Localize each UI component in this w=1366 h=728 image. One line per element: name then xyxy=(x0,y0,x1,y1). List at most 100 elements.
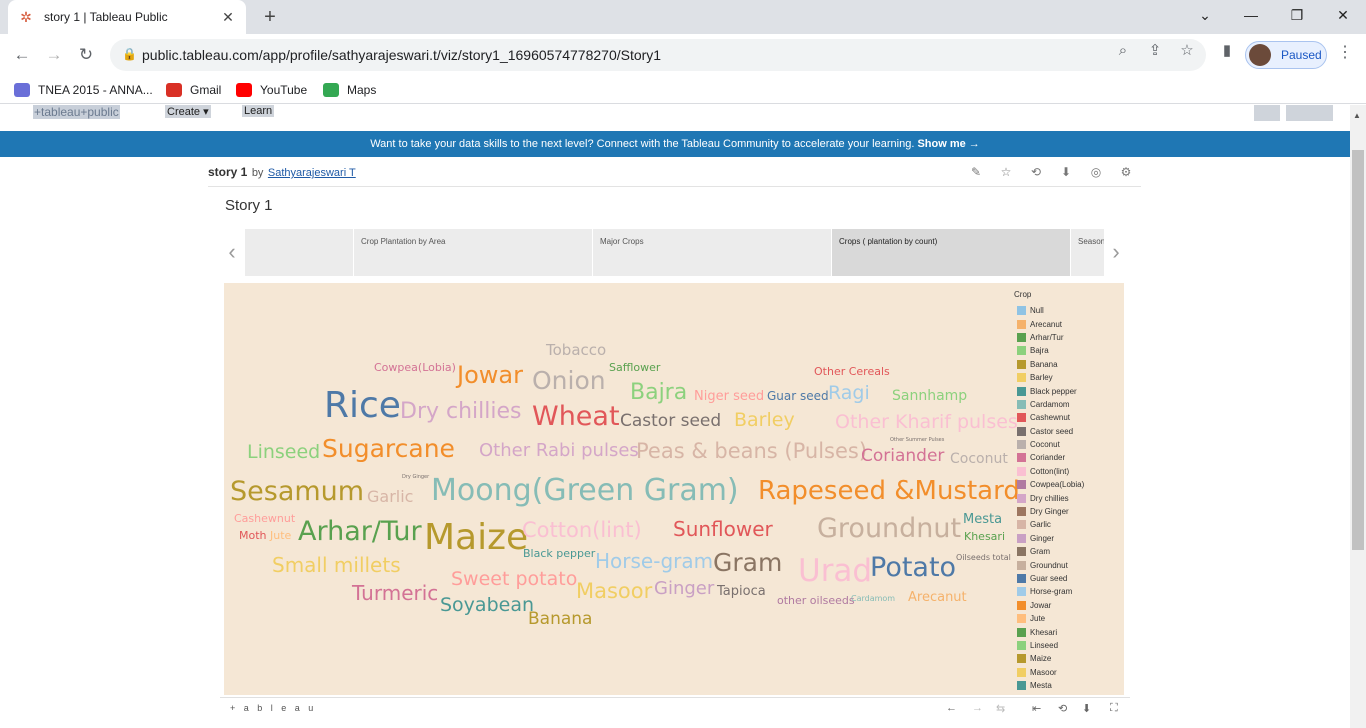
word-cloud-word[interactable]: Moth xyxy=(239,530,267,541)
user-icon[interactable] xyxy=(1254,105,1280,121)
redo-icon[interactable]: → xyxy=(972,702,983,714)
footer-share-icon[interactable]: ⟲ xyxy=(1058,702,1067,715)
word-cloud-word[interactable]: Potato xyxy=(870,554,956,581)
metadata-icon[interactable]: ◎ xyxy=(1089,165,1103,179)
word-cloud-word[interactable]: Other Rabi pulses xyxy=(479,442,639,460)
bookmark-youtube[interactable]: YouTube xyxy=(236,81,307,99)
legend-item[interactable]: Guar seed xyxy=(1010,572,1120,585)
word-cloud-word[interactable]: Sweet potato xyxy=(451,570,577,589)
edit-icon[interactable]: ✎ xyxy=(969,165,983,179)
story-point-4[interactable]: Crops ( plantation by count) xyxy=(832,229,1070,276)
word-cloud-word[interactable]: Small millets xyxy=(272,555,401,575)
word-cloud-word[interactable]: Peas & beans (Pulses) xyxy=(636,441,867,462)
word-cloud-word[interactable]: Tapioca xyxy=(717,585,766,598)
word-cloud-word[interactable]: Masoor xyxy=(576,581,652,602)
legend-item[interactable]: Garlic xyxy=(1010,518,1120,531)
word-cloud-word[interactable]: Cotton(lint) xyxy=(522,520,642,541)
word-cloud-word[interactable]: Jute xyxy=(270,530,291,541)
word-cloud-word[interactable]: Jowar xyxy=(457,363,523,387)
legend-item[interactable]: Arhar/Tur xyxy=(1010,331,1120,344)
share-icon[interactable]: ⟲ xyxy=(1029,165,1043,179)
legend-item[interactable]: Null xyxy=(1010,304,1120,317)
tab-search-button[interactable]: ⌄ xyxy=(1182,0,1228,30)
legend-item[interactable]: Masoor xyxy=(1010,666,1120,679)
first-point-icon[interactable]: ⇤ xyxy=(1032,702,1041,715)
profile-button[interactable]: Paused xyxy=(1245,41,1327,69)
word-cloud-word[interactable]: Niger seed xyxy=(694,390,764,403)
word-cloud-word[interactable]: Other Cereals xyxy=(814,366,890,377)
word-cloud-word[interactable]: Horse-gram xyxy=(595,551,713,571)
back-icon[interactable]: ← xyxy=(10,43,34,67)
word-cloud-word[interactable]: Onion xyxy=(532,368,606,393)
word-cloud-word[interactable]: Rice xyxy=(324,388,401,424)
word-cloud-word[interactable]: Safflower xyxy=(609,362,660,373)
word-cloud-word[interactable]: Khesari xyxy=(964,531,1005,542)
word-cloud-word[interactable]: Turmeric xyxy=(352,583,438,603)
word-cloud-word[interactable]: Arecanut xyxy=(908,591,967,604)
word-cloud-word[interactable]: Dry Ginger xyxy=(402,475,429,480)
word-cloud-word[interactable]: Groundnut xyxy=(817,515,961,542)
word-cloud-word[interactable]: Oilseeds total xyxy=(956,554,1011,562)
story-point-2[interactable]: Crop Plantation by Area xyxy=(354,229,592,276)
footer-download-icon[interactable]: ⬇ xyxy=(1082,702,1091,715)
scroll-thumb[interactable] xyxy=(1352,150,1364,550)
tab-story1[interactable]: ✲ story 1 | Tableau Public ✕ xyxy=(8,0,246,34)
legend-item[interactable]: Black pepper xyxy=(1010,384,1120,397)
legend-item[interactable]: Bajra xyxy=(1010,344,1120,357)
close-window-button[interactable]: ✕ xyxy=(1320,0,1366,30)
legend-item[interactable]: Jowar xyxy=(1010,599,1120,612)
word-cloud-word[interactable]: Banana xyxy=(528,611,592,628)
legend-item[interactable]: Castor seed xyxy=(1010,425,1120,438)
legend-item[interactable]: Groundnut xyxy=(1010,558,1120,571)
word-cloud-word[interactable]: Sannhamp xyxy=(892,389,967,403)
legend-item[interactable]: Cotton(lint) xyxy=(1010,465,1120,478)
restore-button[interactable]: ❐ xyxy=(1274,0,1320,30)
word-cloud-word[interactable]: Cashewnut xyxy=(234,513,295,524)
word-cloud-word[interactable]: Maize xyxy=(424,520,528,556)
show-me-link[interactable]: Show me → xyxy=(917,138,979,150)
undo-icon[interactable]: ← xyxy=(946,702,957,714)
bookmark-gmail[interactable]: Gmail xyxy=(166,81,221,99)
word-cloud-word[interactable]: Rapeseed &Mustard xyxy=(758,478,1020,504)
word-cloud-word[interactable]: Sesamum xyxy=(230,478,364,505)
author-link[interactable]: Sathyarajeswari T xyxy=(268,167,356,179)
settings-gear-icon[interactable]: ⚙ xyxy=(1119,165,1133,179)
tableau-public-logo[interactable]: +tableau+public xyxy=(33,105,120,119)
word-cloud-word[interactable]: Coconut xyxy=(950,452,1008,466)
word-cloud-word[interactable]: Wheat xyxy=(532,403,620,430)
word-cloud-word[interactable]: Linseed xyxy=(247,443,320,462)
tableau-logo[interactable]: + a b l e a u xyxy=(230,703,316,713)
legend-item[interactable]: Cashewnut xyxy=(1010,411,1120,424)
legend-item[interactable]: Horse-gram xyxy=(1010,585,1120,598)
word-cloud-word[interactable]: Moong(Green Gram) xyxy=(431,476,739,506)
word-cloud-word[interactable]: Other Kharif pulses xyxy=(835,413,1018,432)
page-scrollbar[interactable]: ▲ xyxy=(1350,105,1366,728)
legend-item[interactable]: Dry chillies xyxy=(1010,491,1120,504)
legend-item[interactable]: Gram xyxy=(1010,545,1120,558)
word-cloud-word[interactable]: Garlic xyxy=(367,489,413,505)
legend-item[interactable]: Dry Ginger xyxy=(1010,505,1120,518)
address-bar[interactable]: 🔒 public.tableau.com/app/profile/sathyar… xyxy=(110,39,1206,71)
legend-item[interactable]: Khesari xyxy=(1010,625,1120,638)
zoom-icon[interactable]: ⌕ xyxy=(1112,40,1134,62)
story-point-3[interactable]: Major Crops xyxy=(593,229,831,276)
story-next-arrow-icon[interactable]: › xyxy=(1108,239,1124,265)
word-cloud-word[interactable]: other oilseeds xyxy=(777,595,855,606)
word-cloud-word[interactable]: Soyabean xyxy=(440,596,534,615)
search-icon[interactable] xyxy=(1286,105,1333,121)
new-tab-button[interactable]: + xyxy=(258,5,282,29)
download-icon[interactable]: ⬇ xyxy=(1059,165,1073,179)
word-cloud-word[interactable]: Gram xyxy=(713,550,782,575)
word-cloud-word[interactable]: Sunflower xyxy=(673,519,773,539)
word-cloud-word[interactable]: Black pepper xyxy=(523,548,595,559)
word-cloud-word[interactable]: Sugarcane xyxy=(322,436,455,461)
legend-item[interactable]: Linseed xyxy=(1010,639,1120,652)
word-cloud-word[interactable]: Tobacco xyxy=(546,343,606,358)
favorite-star-icon[interactable]: ☆ xyxy=(999,165,1013,179)
legend-item[interactable]: Cardamom xyxy=(1010,398,1120,411)
word-cloud-word[interactable]: Cowpea(Lobia) xyxy=(374,362,456,373)
bookmark-star-icon[interactable]: ☆ xyxy=(1176,40,1198,62)
word-cloud-word[interactable]: Barley xyxy=(734,411,795,430)
word-cloud-word[interactable]: Urad xyxy=(798,556,872,587)
story-prev-arrow-icon[interactable]: ‹ xyxy=(224,239,240,265)
